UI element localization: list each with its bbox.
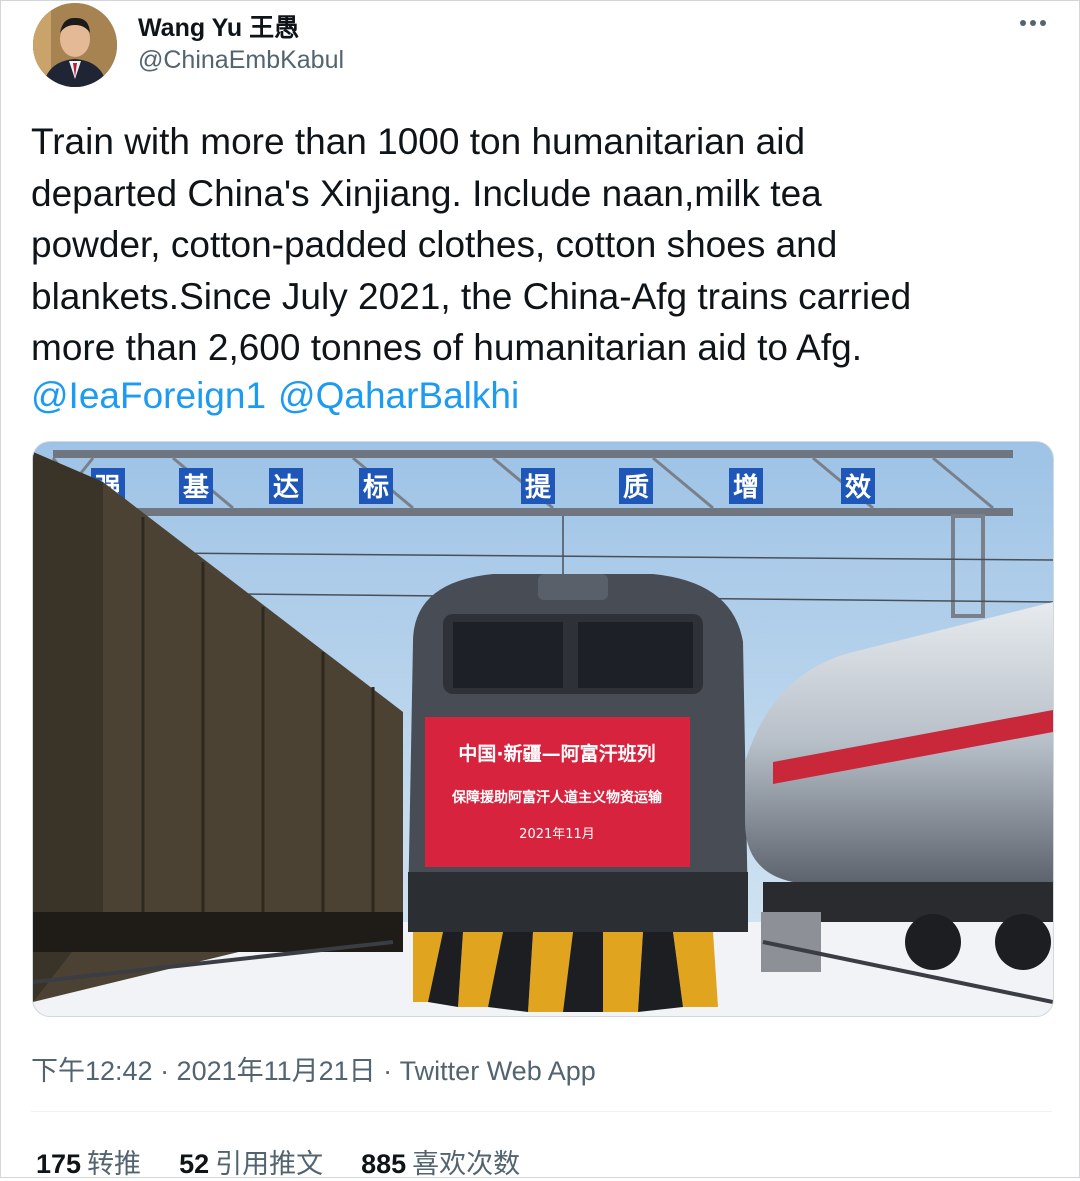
train-banner-title: 中国·新疆—阿富汗班列 bbox=[458, 742, 655, 765]
like-label: 喜欢次数 bbox=[412, 1149, 521, 1179]
retweet-count-link[interactable]: 175 转推 bbox=[36, 1142, 141, 1181]
gantry-sign-char: 效 bbox=[845, 472, 871, 503]
retweet-count: 175 bbox=[36, 1149, 82, 1179]
tweet-stats: 175 转推 52 引用推文 885 喜欢次数 bbox=[36, 1142, 520, 1181]
train-banner-date: 2021年11月 bbox=[519, 827, 595, 842]
gantry-sign-char: 增 bbox=[733, 472, 759, 503]
tweet-mentions: @IeaForeign1 @QaharBalkhi bbox=[31, 370, 531, 422]
author-display-name[interactable]: Wang Yu 王愚 bbox=[138, 8, 299, 44]
tweet-text: Train with more than 1000 ton humanitari… bbox=[31, 121, 912, 368]
gantry-sign-char: 标 bbox=[363, 473, 389, 503]
more-horizontal-icon bbox=[1020, 20, 1046, 26]
divider bbox=[31, 1111, 1052, 1112]
train-banner-subtitle: 保障援助阿富汗人道主义物资运输 bbox=[451, 789, 663, 806]
mention-link[interactable]: @IeaForeign1 bbox=[31, 375, 266, 416]
avatar[interactable] bbox=[33, 3, 117, 87]
gantry-sign-char: 达 bbox=[273, 473, 299, 503]
tweet-timestamp-source[interactable]: 下午12:42 · 2021年11月21日 · Twitter Web App bbox=[31, 1049, 596, 1088]
gantry-sign-char: 提 bbox=[525, 473, 552, 503]
author-handle[interactable]: @ChinaEmbKabul bbox=[138, 46, 344, 75]
quote-count: 52 bbox=[179, 1149, 210, 1179]
gantry-sign-char: 基 bbox=[183, 473, 210, 503]
mention-link[interactable]: @QaharBalkhi bbox=[278, 375, 519, 416]
quote-label: 引用推文 bbox=[215, 1149, 324, 1179]
quote-count-link[interactable]: 52 引用推文 bbox=[179, 1142, 323, 1181]
gantry-sign-char: 质 bbox=[623, 473, 649, 503]
more-options-button[interactable] bbox=[1016, 6, 1050, 40]
tweet-photo[interactable]: 强 基 达 标 提 质 增 效 bbox=[32, 441, 1054, 1017]
retweet-label: 转推 bbox=[87, 1149, 142, 1179]
like-count-link[interactable]: 885 喜欢次数 bbox=[361, 1142, 520, 1181]
like-count: 885 bbox=[361, 1149, 407, 1179]
